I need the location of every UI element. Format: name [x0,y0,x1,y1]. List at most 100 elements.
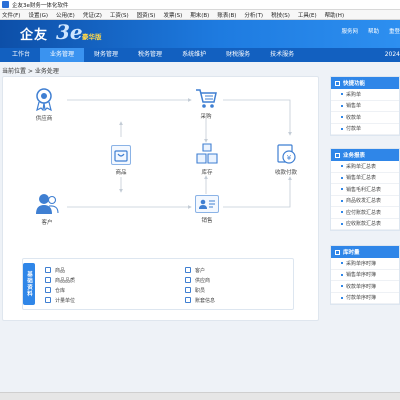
bullet-icon [341,222,343,225]
report-icon [335,152,340,158]
quick-icon [335,80,340,86]
bullet-icon [341,262,343,265]
menu-assets[interactable]: 固资(S) [137,11,156,19]
tab-workbench[interactable]: 工作台 [2,48,40,62]
bullet-icon [341,296,343,299]
basic-item-supplier[interactable]: 供应商 [185,275,215,285]
inventory-label: 库存 [201,170,213,176]
menu-invoice[interactable]: 发票(S) [163,11,182,19]
quick-item-label: 付款单 [346,126,362,133]
basic-item-warehouse[interactable]: 仓库 [45,285,75,295]
logo-number: 3e [56,20,83,44]
journal-item-label: 付款单序时簿 [346,295,377,302]
menu-settings[interactable]: 设置(G) [28,11,48,19]
report-item[interactable]: 销售毛利汇总表 [331,184,399,196]
basic-data-right: 客户 供应商 职员 账套信息 [185,265,215,305]
menu-help[interactable]: 帮助(H) [325,11,344,19]
account-info-icon [185,297,191,303]
tab-tax[interactable]: 税务管理 [128,48,172,62]
horizontal-scrollbar[interactable] [0,392,400,400]
basic-item-quality[interactable]: 商品品质 [45,275,75,285]
bullet-icon [341,127,343,130]
supplier-icon [185,277,191,283]
menu-salary[interactable]: 工资(S) [110,11,129,19]
report-item[interactable]: 销售单汇总表 [331,173,399,184]
basic-item-label: 商品 [55,267,66,274]
main-nav: 工作台 业务管理 财务管理 税务管理 系统维护 财税服务 技术服务 2024 [0,48,400,62]
help-link[interactable]: 帮助 [368,27,379,35]
quick-item-payment[interactable]: 付款单 [331,124,399,135]
edition-label: 豪华版 [82,33,102,41]
basic-item-unit[interactable]: 计量单位 [45,295,75,305]
quick-item-receipt[interactable]: 收款单 [331,112,399,124]
basic-item-label: 商品品质 [55,277,76,284]
bullet-icon [341,176,343,179]
menu-period-end[interactable]: 期末(B) [190,11,209,19]
report-item[interactable]: 应付账款汇总表 [331,207,399,219]
tab-business[interactable]: 业务管理 [40,48,85,62]
cart-icon [196,89,217,108]
window-title: 企友3e财务一体化软件 [12,2,69,9]
payment-icon: ¥ [277,144,296,164]
purchase-node[interactable]: 采购 [195,87,217,120]
quick-functions-panel: 快捷功能 采购单 销售单 收款单 付款单 [330,76,400,136]
quick-functions-header: 快捷功能 [331,77,399,89]
tab-tech-service[interactable]: 技术服务 [260,48,304,62]
journal-item-label: 销售单序时簿 [346,272,377,279]
basic-item-customer[interactable]: 客户 [185,265,215,275]
menu-file[interactable]: 文件(F) [2,11,20,19]
basic-item-account-info[interactable]: 账套信息 [185,295,215,305]
menu-reports[interactable]: 账表(B) [217,11,236,19]
report-item-label: 采购单汇总表 [346,163,377,170]
journal-item[interactable]: 采购单序时簿 [331,258,399,270]
menu-bar: 文件(F) 设置(G) 公用(E) 凭证(Z) 工资(S) 固资(S) 发票(S… [0,10,400,20]
business-reports-panel: 业务报表 采购单汇总表 销售单汇总表 销售毛利汇总表 商品收发汇总表 应付账款汇… [330,148,400,231]
menu-tax[interactable]: 税技(S) [271,11,290,19]
journal-icon [335,249,340,255]
supplier-label: 供应商 [35,116,53,122]
quick-item-purchase-order[interactable]: 采购单 [331,89,399,101]
basic-item-label: 账套信息 [195,297,216,304]
report-item[interactable]: 采购单汇总表 [331,161,399,173]
warehouse-icon [45,287,51,293]
journal-item[interactable]: 收款单序时簿 [331,281,399,293]
tab-tax-service[interactable]: 财税服务 [216,48,260,62]
bullet-icon [341,211,343,214]
product-node[interactable]: 商品 [111,145,131,176]
journal-item[interactable]: 销售单序时簿 [331,270,399,281]
basic-item-label: 客户 [195,267,206,274]
receipt-payment-node[interactable]: ¥ 收款付款 [275,143,297,176]
report-item[interactable]: 应收账款汇总表 [331,219,399,230]
quick-item-label: 采购单 [346,91,362,98]
basic-item-product[interactable]: 商品 [45,265,75,275]
purchase-label: 采购 [200,114,212,120]
service-link[interactable]: 服务网 [341,27,358,35]
quick-functions-title: 快捷功能 [343,81,366,87]
menu-analysis[interactable]: 分析(T) [244,11,263,19]
tab-finance[interactable]: 财务管理 [84,48,128,62]
report-item[interactable]: 商品收发汇总表 [331,196,399,207]
journal-item[interactable]: 付款单序时簿 [331,293,399,304]
basic-item-label: 供应商 [195,277,211,284]
sales-label: 销售 [201,218,213,224]
tab-system[interactable]: 系统维护 [172,48,216,62]
customer-node[interactable]: 客户 [35,193,59,226]
supplier-node[interactable]: 供应商 [33,87,55,122]
basic-item-staff[interactable]: 职员 [185,285,215,295]
sales-node[interactable]: 销售 [195,195,219,224]
journal-title: 库时量 [343,250,360,256]
menu-common[interactable]: 公用(E) [56,11,75,19]
journal-header: 库时量 [331,246,399,258]
bullet-icon [341,93,343,96]
relogin-link[interactable]: 重登 [389,27,400,35]
sales-icon [195,195,219,213]
basic-item-label: 仓库 [55,287,66,294]
bullet-icon [341,188,343,191]
quick-item-sales-order[interactable]: 销售单 [331,101,399,112]
menu-voucher[interactable]: 凭证(Z) [83,11,102,19]
report-item-label: 应付账款汇总表 [346,209,382,216]
inventory-node[interactable]: 库存 [195,143,219,176]
bullet-icon [341,199,343,202]
menu-tools[interactable]: 工具(E) [298,11,317,19]
journal-item-label: 收款单序时簿 [346,283,377,290]
